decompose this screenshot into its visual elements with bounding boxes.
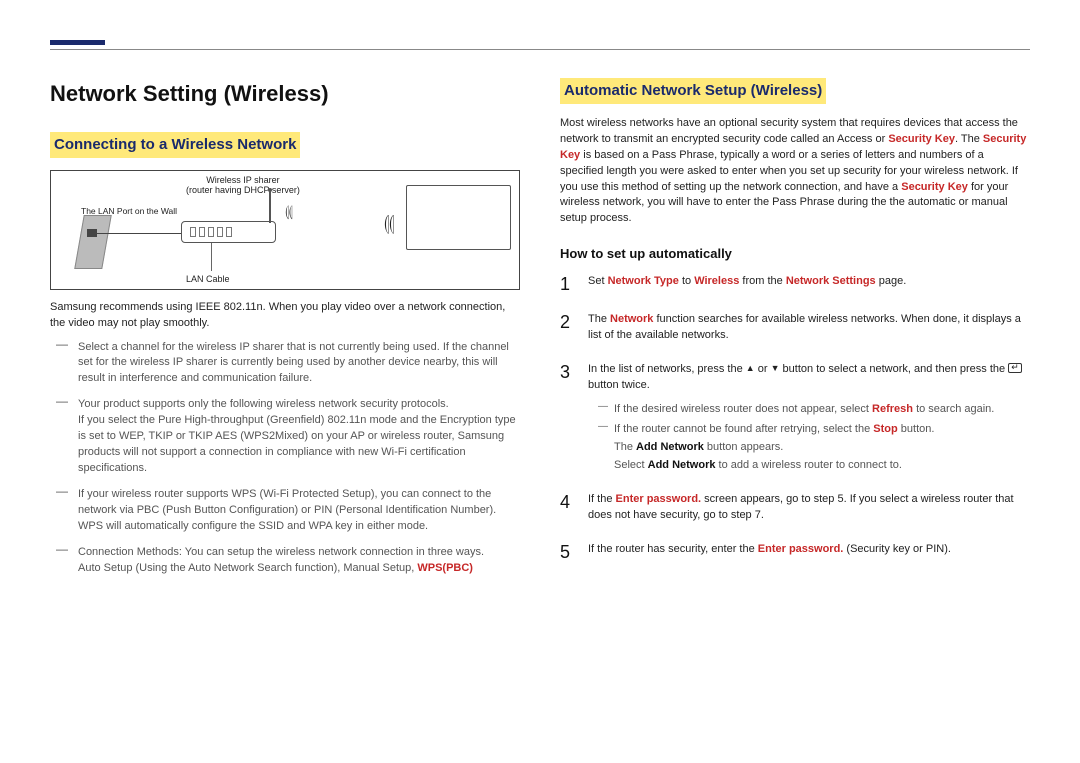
page-title: Network Setting (Wireless) bbox=[50, 78, 520, 110]
note-text: If your wireless router supports WPS (Wi… bbox=[78, 488, 496, 532]
subheading-how-to: How to set up automatically bbox=[560, 245, 1030, 264]
sub-text: If the desired wireless router does not … bbox=[614, 403, 872, 415]
add-network-label: Add Network bbox=[636, 441, 704, 453]
diagram-router-label: Wireless IP sharer (router having DHCP s… bbox=[186, 175, 300, 197]
add-network-label: Add Network bbox=[648, 459, 716, 471]
sub-text: button appears. bbox=[704, 441, 784, 453]
note-item: Your product supports only the following… bbox=[66, 397, 520, 477]
refresh-label: Refresh bbox=[872, 403, 913, 415]
step-text: If the router has security, enter the bbox=[588, 543, 758, 555]
wireless-label: Wireless bbox=[694, 275, 739, 287]
network-label: Network bbox=[610, 313, 653, 325]
step-item-5: If the router has security, enter the En… bbox=[560, 542, 1030, 562]
sub-note-item: If the router cannot be found after retr… bbox=[604, 422, 1030, 474]
step-item-4: If the Enter password. screen appears, g… bbox=[560, 492, 1030, 524]
note-text: Select a channel for the wireless IP sha… bbox=[78, 341, 509, 385]
step-text: In the list of networks, press the bbox=[588, 363, 746, 375]
sub-note-item: If the desired wireless router does not … bbox=[604, 402, 1030, 418]
diagram-wall bbox=[74, 215, 112, 269]
note-item: Connection Methods: You can setup the wi… bbox=[66, 545, 520, 577]
step-text: from the bbox=[739, 275, 785, 287]
network-type-label: Network Type bbox=[608, 275, 679, 287]
stop-label: Stop bbox=[873, 423, 897, 435]
diagram-router bbox=[181, 221, 276, 243]
diagram-wave-right-icon: ⦈⦈ bbox=[285, 201, 292, 224]
left-column: Network Setting (Wireless) Connecting to… bbox=[50, 78, 520, 587]
step-text: or bbox=[755, 363, 771, 375]
diagram-lan-cable-label: LAN Cable bbox=[186, 273, 230, 286]
network-settings-label: Network Settings bbox=[786, 275, 876, 287]
diagram-wave-left-icon: ⦇⦇ bbox=[384, 207, 394, 239]
enter-password-label: Enter password. bbox=[758, 543, 844, 555]
wireless-diagram: Wireless IP sharer (router having DHCP s… bbox=[50, 170, 520, 290]
note-text: Your product supports only the following… bbox=[78, 398, 449, 410]
step-item-3: In the list of networks, press the ▲ or … bbox=[560, 362, 1030, 474]
sub-notes: If the desired wireless router does not … bbox=[588, 402, 1030, 474]
intro-paragraph: Most wireless networks have an optional … bbox=[560, 116, 1030, 228]
sub-line: Select Add Network to add a wireless rou… bbox=[614, 458, 1030, 474]
two-column-layout: Network Setting (Wireless) Connecting to… bbox=[50, 78, 1030, 587]
sub-text: If the router cannot be found after retr… bbox=[614, 423, 873, 435]
step-text: (Security key or PIN). bbox=[843, 543, 951, 555]
header-rule bbox=[50, 49, 1030, 50]
diagram-lan-cable bbox=[97, 233, 182, 234]
wps-pbc-label: WPS(PBC) bbox=[417, 562, 473, 574]
step-text: function searches for available wireless… bbox=[588, 313, 1021, 341]
steps-list: Set Network Type to Wireless from the Ne… bbox=[560, 274, 1030, 561]
diagram-lan-port bbox=[87, 229, 97, 237]
diagram-router-label-line1: Wireless IP sharer bbox=[206, 175, 279, 185]
recommend-text: Samsung recommends using IEEE 802.11n. W… bbox=[50, 300, 520, 332]
diagram-cable-tick bbox=[211, 243, 212, 271]
note-text: If you select the Pure High-throughput (… bbox=[78, 414, 516, 474]
note-item: Select a channel for the wireless IP sha… bbox=[66, 340, 520, 388]
security-key-label: Security Key bbox=[888, 133, 955, 145]
step-item-2: The Network function searches for availa… bbox=[560, 312, 1030, 344]
note-text: Auto Setup (Using the Auto Network Searc… bbox=[78, 562, 417, 574]
step-item-1: Set Network Type to Wireless from the Ne… bbox=[560, 274, 1030, 294]
sub-text: Select bbox=[614, 459, 648, 471]
diagram-tv bbox=[406, 185, 511, 250]
diagram-router-label-line2: (router having DHCP server) bbox=[186, 185, 300, 195]
sub-text: The bbox=[614, 441, 636, 453]
step-text: page. bbox=[876, 275, 907, 287]
right-column: Automatic Network Setup (Wireless) Most … bbox=[560, 78, 1030, 587]
down-triangle-icon: ▼ bbox=[771, 362, 780, 375]
security-key-label: Security Key bbox=[901, 181, 968, 193]
step-text: button to select a network, and then pre… bbox=[780, 363, 1009, 375]
enter-password-label: Enter password. bbox=[616, 493, 702, 505]
diagram-antenna bbox=[269, 191, 271, 223]
header-accent-bar bbox=[50, 40, 105, 45]
sub-text: to add a wireless router to connect to. bbox=[715, 459, 902, 471]
sub-text: button. bbox=[898, 423, 935, 435]
enter-icon bbox=[1008, 363, 1022, 373]
sub-line: The Add Network button appears. bbox=[614, 440, 1030, 456]
step-text: button twice. bbox=[588, 379, 650, 391]
step-text: If the bbox=[588, 493, 616, 505]
step-text: The bbox=[588, 313, 610, 325]
sub-text: to search again. bbox=[913, 403, 994, 415]
note-item: If your wireless router supports WPS (Wi… bbox=[66, 487, 520, 535]
intro-text: . The bbox=[955, 133, 983, 145]
note-text: Connection Methods: You can setup the wi… bbox=[78, 546, 484, 558]
step-text: Set bbox=[588, 275, 608, 287]
step-text: to bbox=[679, 275, 694, 287]
notes-list: Select a channel for the wireless IP sha… bbox=[50, 340, 520, 577]
up-triangle-icon: ▲ bbox=[746, 362, 755, 375]
section-heading-connecting: Connecting to a Wireless Network bbox=[50, 132, 300, 158]
section-heading-auto-setup: Automatic Network Setup (Wireless) bbox=[560, 78, 826, 104]
